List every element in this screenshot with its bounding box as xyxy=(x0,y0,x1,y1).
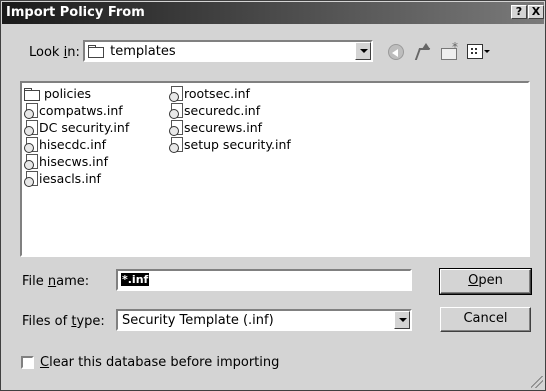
file-list-column-1: policies compatws.inf DC security.inf hi… xyxy=(24,86,129,188)
import-policy-dialog: Import Policy From ? X Look in: template… xyxy=(0,0,546,391)
inf-file-icon xyxy=(24,103,38,119)
file-type-dropdown[interactable]: Security Template (.inf) xyxy=(116,309,412,331)
list-item-file[interactable]: iesacls.inf xyxy=(24,171,129,188)
list-item-folder[interactable]: policies xyxy=(24,86,129,103)
list-item-file[interactable]: hisecdc.inf xyxy=(24,137,129,154)
open-button[interactable]: Open xyxy=(439,268,532,295)
folder-icon xyxy=(24,88,40,101)
list-item-file[interactable]: setup security.inf xyxy=(169,137,291,154)
inf-file-icon xyxy=(24,171,38,187)
file-name-input[interactable]: *.inf xyxy=(116,269,412,291)
dialog-title: Import Policy From xyxy=(6,5,145,20)
list-item-file[interactable]: securews.inf xyxy=(169,120,291,137)
inf-file-icon xyxy=(24,137,38,153)
file-list[interactable]: policies compatws.inf DC security.inf hi… xyxy=(20,81,530,257)
inf-file-icon xyxy=(24,120,38,136)
file-list-column-2: rootsec.inf securedc.inf securews.inf se… xyxy=(169,86,291,154)
file-name-value: *.inf xyxy=(121,273,150,286)
inf-file-icon xyxy=(169,137,183,153)
inf-file-icon xyxy=(169,103,183,119)
list-item-file[interactable]: compatws.inf xyxy=(24,103,129,120)
new-folder-icon[interactable] xyxy=(439,40,459,60)
up-folder-icon[interactable] xyxy=(413,42,433,60)
file-name-label: File name: xyxy=(22,274,90,289)
views-menu-icon[interactable] xyxy=(467,42,493,60)
cancel-button[interactable]: Cancel xyxy=(440,307,531,332)
look-in-dropdown-arrow[interactable] xyxy=(355,42,371,60)
file-type-value: Security Template (.inf) xyxy=(122,313,274,328)
inf-file-icon xyxy=(169,120,183,136)
back-icon[interactable] xyxy=(388,44,404,60)
clear-database-label[interactable]: Clear this database before importing xyxy=(40,355,279,370)
title-bar[interactable]: Import Policy From ? X xyxy=(2,2,544,24)
inf-file-icon xyxy=(169,86,183,102)
inf-file-icon xyxy=(24,154,38,170)
folder-icon xyxy=(88,45,104,58)
list-item-file[interactable]: securedc.inf xyxy=(169,103,291,120)
look-in-dropdown[interactable]: templates xyxy=(83,40,373,62)
list-item-file[interactable]: rootsec.inf xyxy=(169,86,291,103)
file-type-label: Files of type: xyxy=(22,314,105,329)
look-in-value: templates xyxy=(110,44,176,59)
clear-database-checkbox[interactable] xyxy=(21,356,34,369)
close-button[interactable]: X xyxy=(528,5,544,19)
file-type-dropdown-arrow[interactable] xyxy=(394,311,410,329)
list-item-file[interactable]: hisecws.inf xyxy=(24,154,129,171)
look-in-label: Look in: xyxy=(29,45,80,60)
help-button[interactable]: ? xyxy=(511,5,527,19)
list-item-file[interactable]: DC security.inf xyxy=(24,120,129,137)
resize-grip[interactable] xyxy=(531,376,543,388)
